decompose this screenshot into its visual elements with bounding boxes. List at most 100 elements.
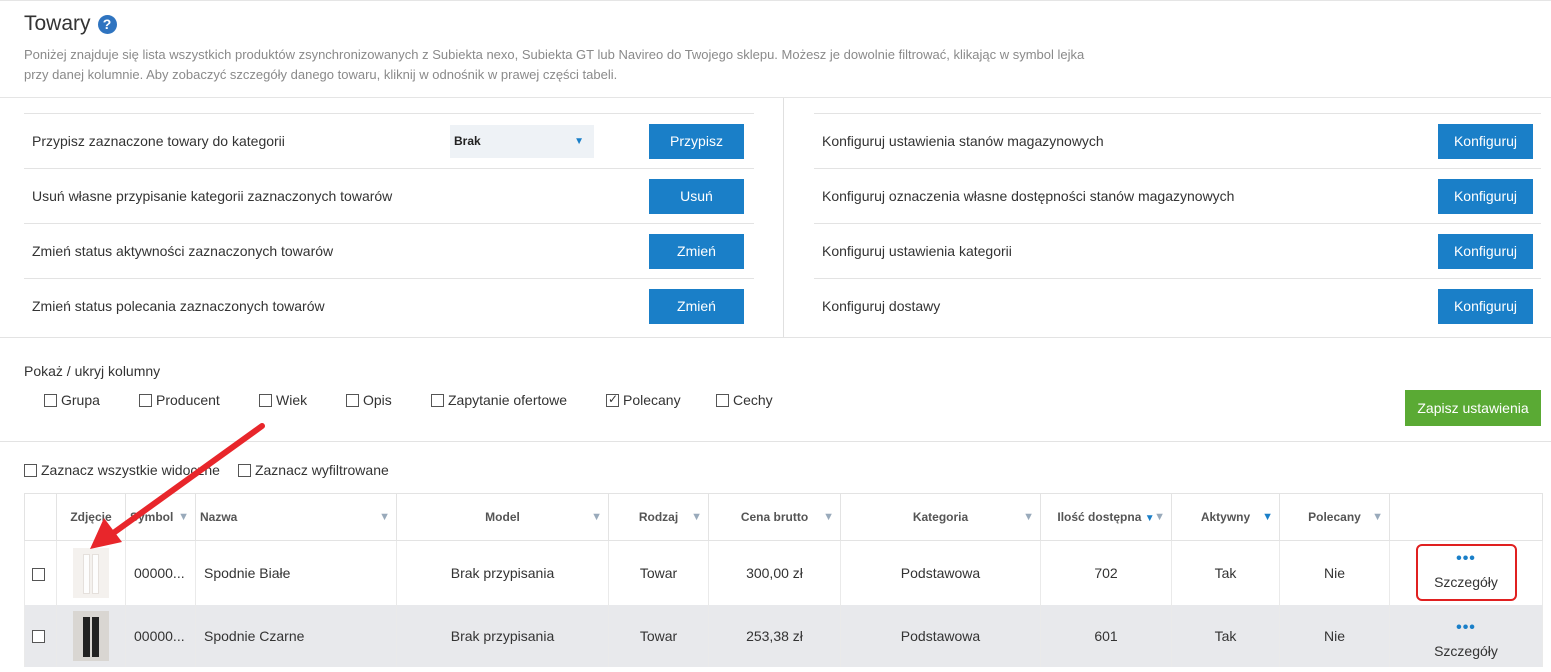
row-checkbox[interactable] [32,630,45,644]
change-recommended-button[interactable]: Zmień [649,289,744,324]
checkbox-checked[interactable] [606,392,619,407]
filter-icon[interactable]: ▼ [379,511,390,523]
select-filtered[interactable]: Zaznacz wyfiltrowane [237,461,389,479]
caret-down-icon: ▼ [574,136,584,147]
filter-icon[interactable]: ▼ [1023,511,1034,523]
action-row-delivery: Konfiguruj dostawy Konfiguruj [814,278,1541,333]
change-active-button[interactable]: Zmień [649,234,744,269]
row-select-cell [24,540,57,605]
remove-button[interactable]: Usuń [649,179,744,214]
category-cell: Podstawowa [840,604,1041,667]
qty-cell: 601 [1040,604,1172,667]
model-cell: Brak przypisania [396,540,609,605]
configure-stock-button[interactable]: Konfiguruj [1438,124,1533,159]
header-photo: Zdjęcie [56,493,126,541]
column-toggle-grupa[interactable]: Grupa [44,391,139,409]
symbol-cell: 00000... [125,540,196,605]
filter-icon[interactable]: ▼ [1154,511,1165,523]
action-row-remove-category: Usuń własne przypisanie kategorii zaznac… [24,168,754,223]
configure-delivery-button[interactable]: Konfiguruj [1438,289,1533,324]
header-qty[interactable]: Ilość dostępna ▼ ▼ [1040,493,1172,541]
header-model[interactable]: Model ▼ [396,493,609,541]
black-trousers-icon [73,610,109,661]
checkbox[interactable] [716,393,729,407]
column-toggle-wiek[interactable]: Wiek [259,391,346,409]
filter-icon[interactable]: ▼ [1372,511,1383,523]
column-toggle-polecany[interactable]: Polecany [606,391,716,409]
more-dots-icon: ••• [1456,550,1476,568]
columns-toggle-list: Grupa Producent Wiek Opis Zapytanie ofer… [44,391,796,409]
select-all-visible[interactable]: Zaznacz wszystkie widoczne [24,461,220,479]
white-trousers-icon [73,547,109,598]
configure-availability-button[interactable]: Konfiguruj [1438,179,1533,214]
action-row-stock-settings: Konfiguruj ustawienia stanów magazynowyc… [814,113,1541,168]
details-cell: ••• Szczegóły [1389,604,1543,667]
header-type[interactable]: Rodzaj ▼ [608,493,709,541]
column-toggle-zapytanie[interactable]: Zapytanie ofertowe [431,391,606,409]
header-details [1389,493,1543,541]
row-checkbox[interactable] [32,567,45,581]
recommended-cell: Nie [1279,540,1390,605]
action-row-change-active: Zmień status aktywności zaznaczonych tow… [24,223,754,278]
column-toggle-opis[interactable]: Opis [346,391,431,409]
type-cell: Towar [608,604,709,667]
header-price[interactable]: Cena brutto ▼ [708,493,841,541]
filter-icon[interactable]: ▼ [178,511,189,523]
header-category[interactable]: Kategoria ▼ [840,493,1041,541]
filter-icon[interactable]: ▼ [591,511,602,523]
checkbox[interactable] [237,463,251,477]
page-title: Towary ? [24,12,117,36]
photo-cell [56,604,126,667]
checkbox[interactable] [259,393,272,407]
column-toggle-cechy[interactable]: Cechy [716,391,796,409]
details-link[interactable]: Szczegóły [1418,574,1515,590]
header-recommended[interactable]: Polecany ▼ [1279,493,1390,541]
section-divider [0,441,1551,442]
category-cell: Podstawowa [840,540,1041,605]
filter-active-icon[interactable]: ▼ [1262,511,1273,523]
bulk-actions-panel: Przypisz zaznaczone towary do kategorii … [24,113,754,333]
filter-icon[interactable]: ▼ [823,511,834,523]
column-toggle-producent[interactable]: Producent [139,391,259,409]
details-link-highlighted[interactable]: ••• Szczegóły [1415,544,1517,602]
assign-button[interactable]: Przypisz [649,124,744,159]
checkbox[interactable] [346,393,359,407]
model-cell: Brak przypisania [396,604,609,667]
checkbox[interactable] [139,393,152,407]
details-link[interactable]: Szczegóły [1434,643,1498,659]
table-header-row: Zdjęcie Symbol ▼ Nazwa ▼ Model ▼ Rodzaj ▼ Ce… [24,493,1543,541]
columns-section-title: Pokaż / ukryj kolumny [24,363,161,379]
table-row: 00000... Spodnie Czarne Brak przypisania… [24,604,1543,667]
details-cell: ••• Szczegóły [1389,540,1543,605]
help-icon[interactable]: ? [97,14,117,34]
action-row-availability-labels: Konfiguruj oznaczenia własne dostępności… [814,168,1541,223]
action-row-assign-category: Przypisz zaznaczone towary do kategorii … [24,113,754,168]
checkbox[interactable] [431,393,444,407]
header-symbol[interactable]: Symbol ▼ [125,493,196,541]
save-settings-button[interactable]: Zapisz ustawienia [1405,390,1541,426]
active-cell: Tak [1171,604,1280,667]
action-row-change-recommended: Zmień status polecania zaznaczonych towa… [24,278,754,333]
category-select[interactable]: Brak ▼ [450,125,594,158]
active-cell: Tak [1171,540,1280,605]
header-active[interactable]: Aktywny ▼ [1171,493,1280,541]
symbol-cell: 00000... [125,604,196,667]
price-cell: 253,38 zł [708,604,841,667]
selection-controls: Zaznacz wszystkie widoczne Zaznacz wyfil… [24,461,407,479]
vertical-divider [783,98,784,338]
checkbox[interactable] [44,393,57,407]
checkbox[interactable] [24,463,37,477]
more-dots-icon: ••• [1456,618,1476,636]
type-cell: Towar [608,540,709,605]
table-row: 00000... Spodnie Białe Brak przypisania … [24,540,1543,605]
header-name[interactable]: Nazwa ▼ [195,493,397,541]
price-cell: 300,00 zł [708,540,841,605]
header-select [24,493,57,541]
section-divider [0,337,1551,338]
filter-icon[interactable]: ▼ [691,511,702,523]
action-row-category-settings: Konfiguruj ustawienia kategorii Konfigur… [814,223,1541,278]
configure-category-button[interactable]: Konfiguruj [1438,234,1533,269]
qty-cell: 702 [1040,540,1172,605]
name-cell: Spodnie Białe [195,540,397,605]
row-select-cell [24,604,57,667]
